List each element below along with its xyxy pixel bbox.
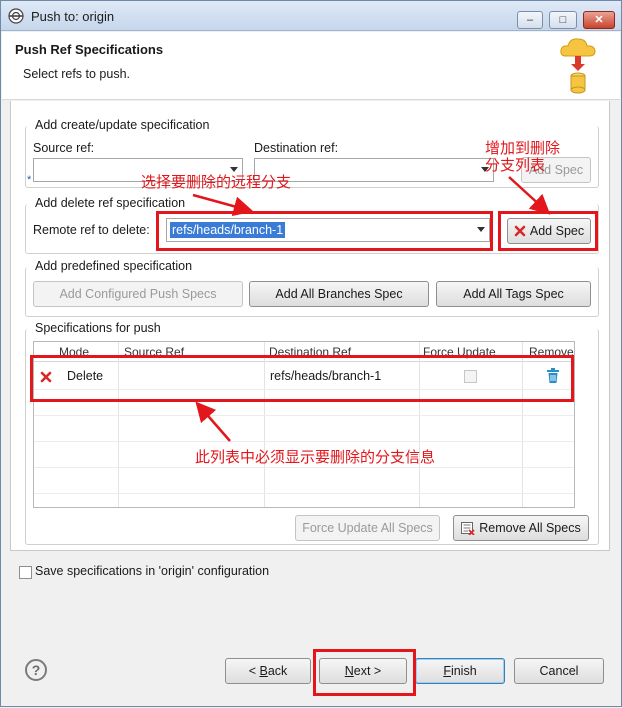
add-delete-spec-label: Add Spec	[529, 224, 585, 238]
next-label: Next >	[345, 664, 381, 678]
force-update-all-label: Force Update All Specs	[302, 521, 433, 535]
specs-table: Mode Source Ref Destination Ref Force Up…	[33, 341, 575, 508]
eclipse-icon	[8, 8, 24, 24]
maximize-button[interactable]: □	[549, 11, 577, 29]
push-cloud-icon	[560, 38, 596, 94]
row-mode: Delete	[67, 369, 104, 383]
add-all-tags-label: Add All Tags Spec	[463, 287, 564, 301]
destination-ref-label: Destination ref:	[254, 141, 339, 155]
window-title: Push to: origin	[31, 9, 115, 24]
back-label: < Back	[249, 664, 288, 678]
back-button[interactable]: < Back	[225, 658, 311, 684]
save-config-checkbox[interactable]	[19, 566, 32, 579]
column-remove: Remove	[529, 345, 574, 359]
remote-ref-combo[interactable]: refs/heads/branch-1	[166, 218, 490, 242]
add-all-branches-button[interactable]: Add All Branches Spec	[249, 281, 429, 307]
remove-all-specs-label: Remove All Specs	[479, 521, 581, 535]
finish-rest: inish	[450, 664, 477, 678]
finish-button[interactable]: Finish	[415, 658, 505, 684]
title-bar: Push to: origin – □ ✕	[1, 1, 621, 31]
cancel-label: Cancel	[539, 664, 579, 678]
back-rest: ack	[267, 664, 288, 678]
next-mnemonic: N	[344, 664, 354, 678]
page-title: Push Ref Specifications	[15, 42, 164, 57]
close-button[interactable]: ✕	[583, 11, 615, 29]
finish-mnemonic: F	[443, 664, 451, 678]
cancel-button[interactable]: Cancel	[514, 658, 604, 684]
add-delete-spec-button[interactable]: Add Spec	[507, 218, 591, 244]
annotation-select-remote: 选择要删除的远程分支	[141, 174, 292, 191]
help-icon[interactable]: ?	[25, 659, 47, 681]
force-update-checkbox[interactable]	[464, 370, 477, 383]
specs-table-header: Mode Source Ref Destination Ref Force Up…	[34, 342, 574, 362]
add-all-tags-button[interactable]: Add All Tags Spec	[436, 281, 591, 307]
remote-ref-label: Remote ref to delete:	[33, 223, 150, 237]
annotation-add-to-list-1: 增加到删除	[485, 140, 561, 157]
row-destination: refs/heads/branch-1	[270, 369, 382, 383]
annotation-add-to-list-2: 分支列表	[485, 157, 546, 174]
push-dialog: Push to: origin – □ ✕ Push Ref Specifica…	[0, 0, 622, 707]
trash-icon[interactable]	[546, 368, 560, 384]
next-button[interactable]: Next >	[319, 658, 407, 684]
back-mnemonic: B	[259, 664, 268, 678]
save-config-label: Save specifications in 'origin' configur…	[35, 564, 270, 578]
add-configured-specs-label: Add Configured Push Specs	[59, 287, 217, 301]
column-destination-ref: Destination Ref	[269, 345, 352, 359]
finish-label: Finish	[443, 664, 476, 678]
chevron-down-icon	[230, 167, 238, 172]
table-row[interactable]: Delete refs/heads/branch-1	[34, 364, 574, 389]
column-force-update: Force Update	[423, 345, 496, 359]
required-marker: *	[27, 174, 32, 186]
remove-list-icon	[461, 521, 475, 535]
add-configured-specs-button[interactable]: Add Configured Push Specs	[33, 281, 243, 307]
back-prefix: <	[248, 664, 260, 678]
page-description: Select refs to push.	[23, 67, 131, 81]
column-source-ref: Source Ref	[124, 345, 185, 359]
delete-x-icon	[514, 225, 526, 237]
remote-ref-value: refs/heads/branch-1	[170, 222, 286, 238]
remove-all-specs-button[interactable]: Remove All Specs	[453, 515, 589, 541]
source-ref-label: Source ref:	[33, 141, 95, 155]
delete-x-icon	[40, 371, 52, 383]
next-rest: ext >	[353, 664, 382, 678]
annotation-list-must-show: 此列表中必须显示要删除的分支信息	[195, 449, 436, 466]
force-update-all-button[interactable]: Force Update All Specs	[295, 515, 440, 541]
add-all-branches-label: Add All Branches Spec	[275, 287, 403, 301]
minimize-button[interactable]: –	[517, 11, 543, 29]
wizard-header: Push Ref Specifications Select refs to p…	[2, 32, 620, 100]
chevron-down-icon	[477, 227, 485, 232]
column-mode: Mode	[59, 345, 90, 359]
